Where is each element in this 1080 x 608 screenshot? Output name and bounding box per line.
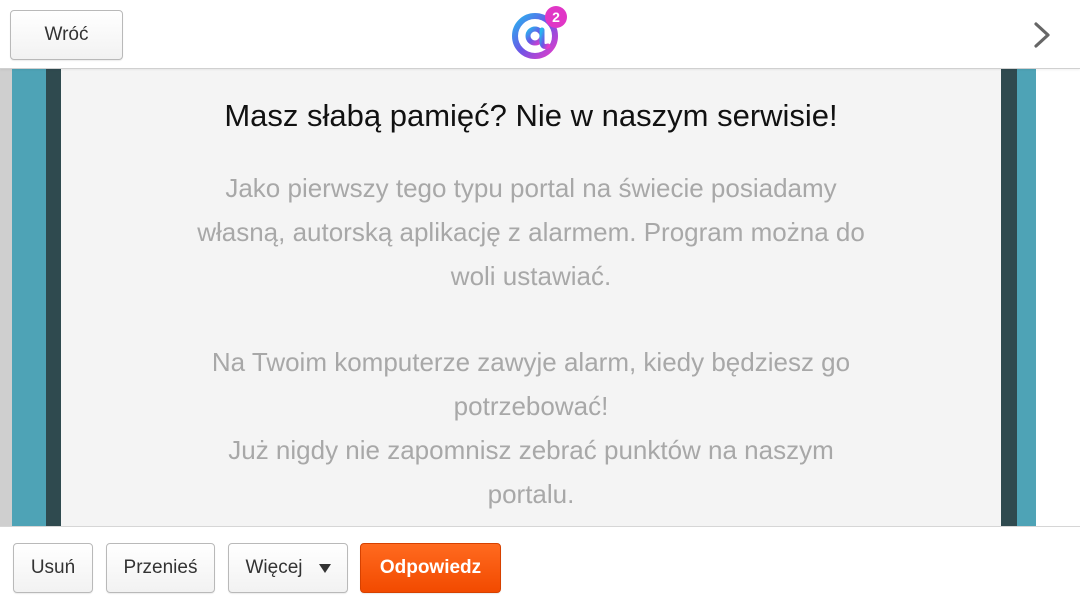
paragraph-line: woli ustawiać. bbox=[450, 261, 612, 291]
frame-strip bbox=[46, 68, 61, 526]
more-button[interactable]: Więcej bbox=[228, 543, 348, 593]
caret-down-icon bbox=[318, 563, 331, 573]
message-title: Masz słabą pamięć? Nie w naszym serwisie… bbox=[224, 98, 838, 133]
frame-strip bbox=[1001, 68, 1017, 526]
paragraph-line: Na Twoim komputerze zawyje alarm, kiedy … bbox=[211, 347, 851, 377]
paragraph-line: własną, autorską aplikację z alarmem. Pr… bbox=[197, 217, 865, 247]
message-paragraph-2: Na Twoim komputerze zawyje alarm, kiedy … bbox=[131, 340, 931, 516]
move-button[interactable]: Przenieś bbox=[106, 543, 215, 593]
back-button[interactable]: Wróć bbox=[10, 10, 123, 60]
frame-strip bbox=[0, 68, 12, 526]
delete-button[interactable]: Usuń bbox=[13, 543, 93, 593]
message-panel: Masz słabą pamięć? Nie w naszym serwisie… bbox=[61, 68, 1001, 526]
mail-view: Wróć 2 Masz słabą pamięć? Nie w naszym s… bbox=[0, 0, 1080, 608]
app-logo-icon: 2 bbox=[512, 6, 567, 59]
message-paragraph-1: Jako pierwszy tego typu portal na świeci… bbox=[131, 166, 931, 298]
frame-strip bbox=[1017, 68, 1036, 526]
reply-button[interactable]: Odpowiedz bbox=[360, 543, 501, 593]
paragraph-line: Już nigdy nie zapomnisz zebrać punktów n… bbox=[228, 435, 834, 465]
paragraph-line: potrzebować! bbox=[453, 391, 609, 421]
more-button-label: Więcej bbox=[245, 557, 303, 578]
paragraph-line: portalu. bbox=[487, 479, 575, 509]
bottom-toolbar: Usuń Przenieś Więcej Odpowiedz bbox=[0, 526, 1080, 608]
svg-text:2: 2 bbox=[552, 9, 560, 25]
top-bar: Wróć 2 bbox=[0, 0, 1080, 69]
message-content: Masz słabą pamięć? Nie w naszym serwisie… bbox=[0, 68, 1080, 526]
paragraph-line: Jako pierwszy tego typu portal na świeci… bbox=[225, 173, 837, 203]
frame-strip bbox=[12, 68, 46, 526]
chevron-right-icon[interactable] bbox=[1024, 18, 1058, 52]
